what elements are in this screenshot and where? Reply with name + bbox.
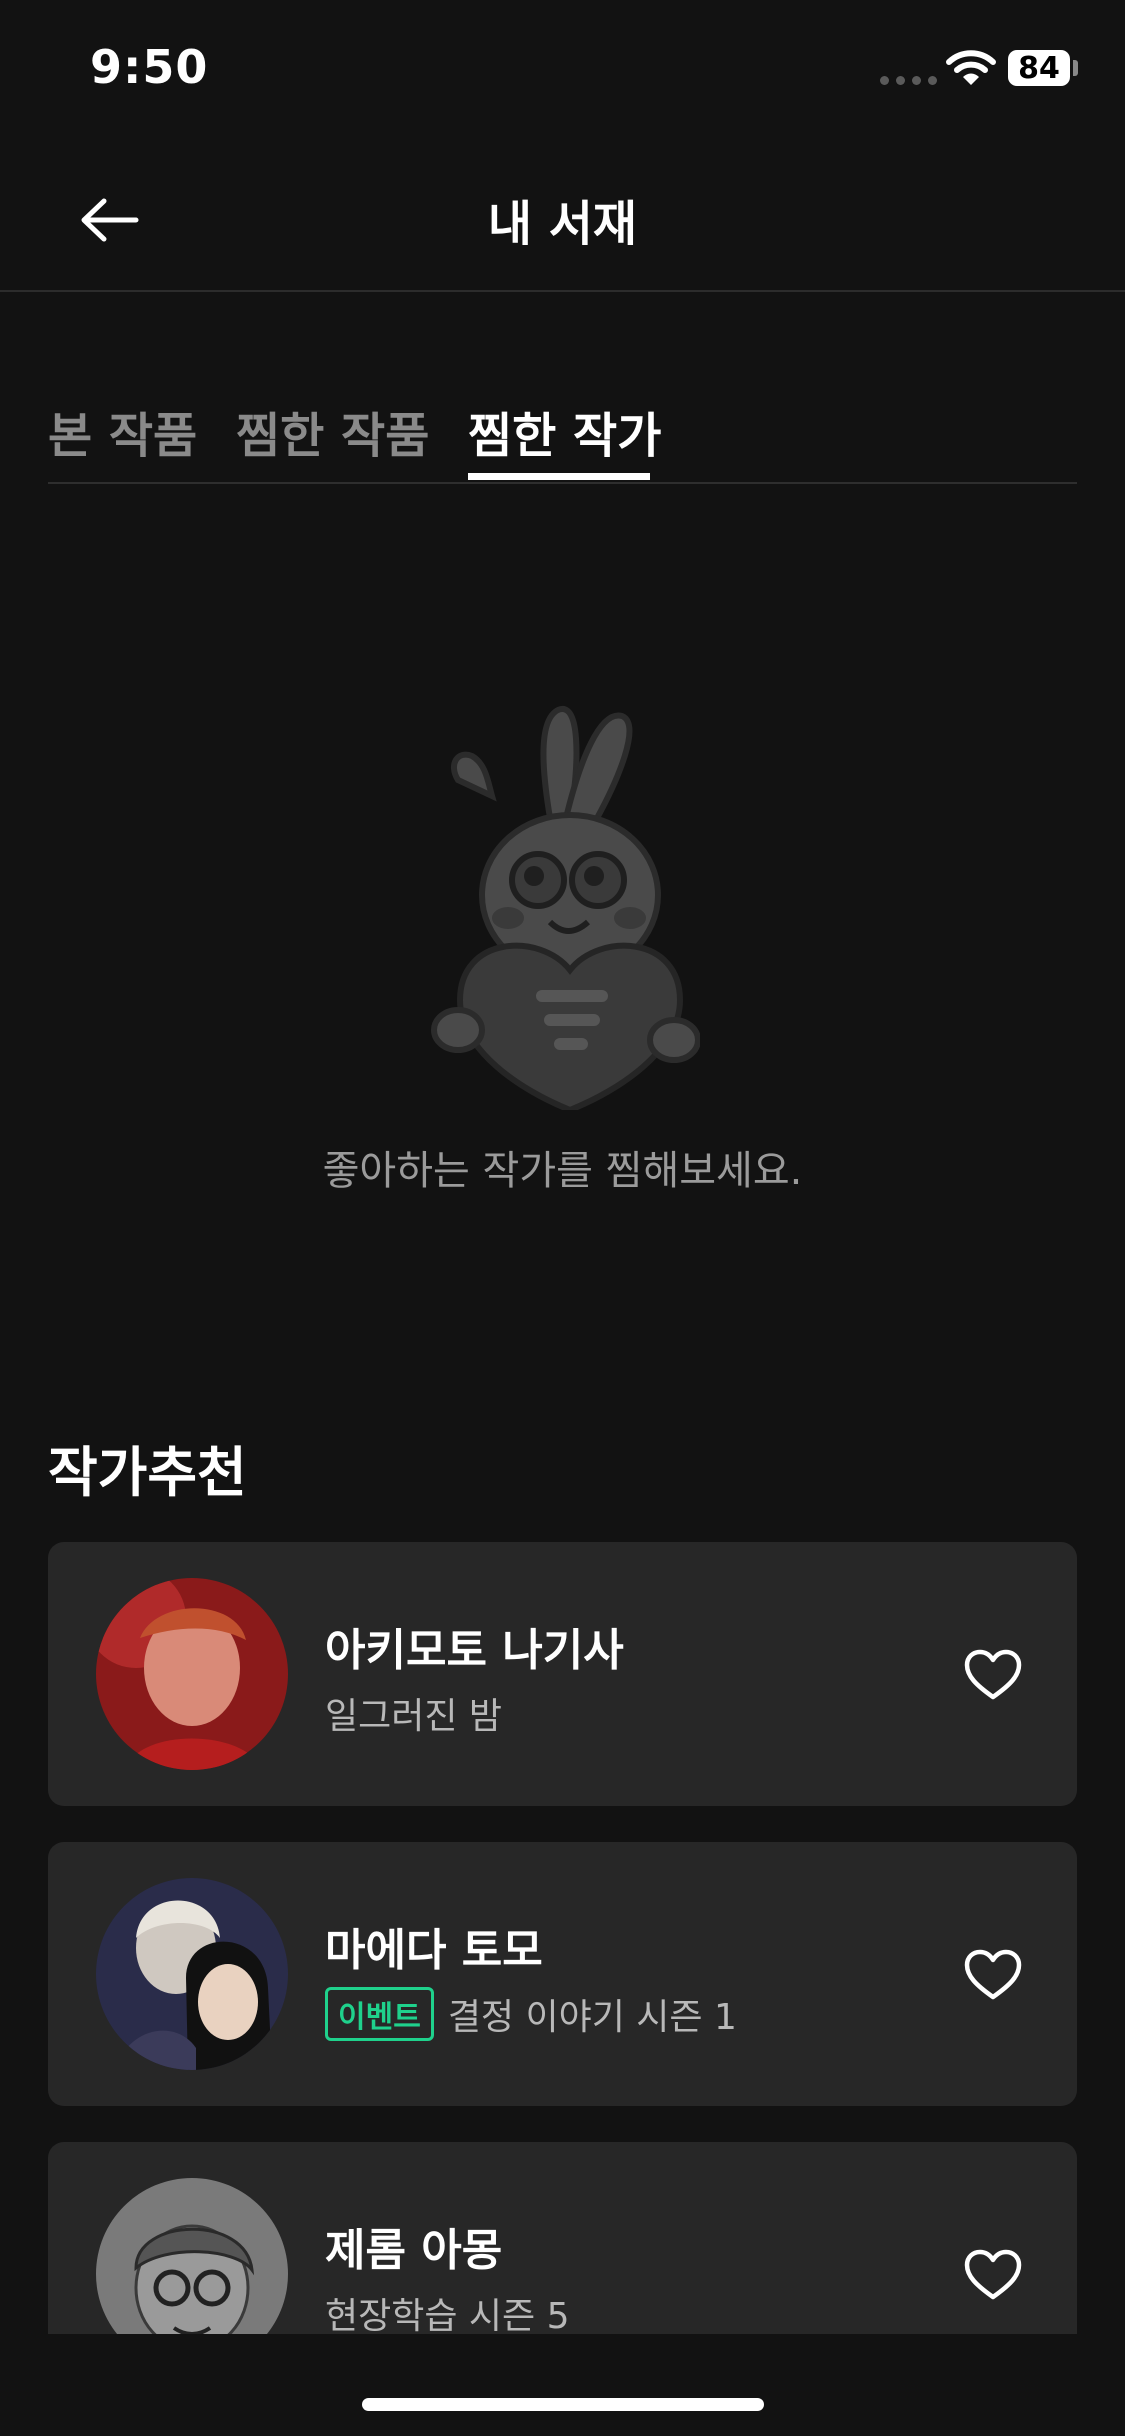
author-name: 제롬 아몽 <box>325 2225 503 2276</box>
author-work-title: 현장학습 시즌 5 <box>325 2296 570 2334</box>
avatar <box>96 1578 288 1770</box>
heart-outline-icon <box>964 2249 1022 2300</box>
heart-outline-icon <box>964 1649 1022 1700</box>
status-bar: 9:50 84 <box>0 0 1125 140</box>
like-author-button[interactable] <box>958 1640 1028 1710</box>
author-work-title: 일그러진 밤 <box>325 1696 503 1737</box>
event-badge: 이벤트 <box>325 1987 434 2041</box>
library-tabs: 본 작품 찜한 작품 찜한 작가 <box>48 380 1077 484</box>
avatar <box>96 2178 288 2334</box>
tab-liked-works[interactable]: 찜한 작품 <box>236 396 429 466</box>
author-work: 일그러진 밤 <box>325 1687 502 1739</box>
author-card[interactable]: 아키모토 나기사 일그러진 밤 <box>48 1542 1077 1806</box>
heart-outline-icon <box>964 1949 1022 2000</box>
status-time: 9:50 <box>90 40 209 94</box>
signal-dots-icon <box>880 76 937 85</box>
battery-level: 84 <box>1018 50 1060 86</box>
section-title-recommended-authors: 작가추천 <box>48 1441 247 1504</box>
author-work: 이벤트 결정 이야기 시즌 1 <box>325 1987 737 2041</box>
author-name: 마에다 토모 <box>325 1925 543 1976</box>
home-indicator[interactable] <box>362 2398 764 2411</box>
wifi-icon <box>946 50 996 85</box>
battery-cap <box>1073 60 1078 76</box>
rabbit-heart-mascot <box>431 705 700 1110</box>
empty-state-message: 좋아하는 작가를 찜해보세요. <box>322 1148 803 1194</box>
author-name: 아키모토 나기사 <box>325 1625 624 1676</box>
tab-viewed-works[interactable]: 본 작품 <box>48 396 197 466</box>
author-work: 현장학습 시즌 5 <box>325 2287 570 2334</box>
author-card[interactable]: 제롬 아몽 현장학습 시즌 5 <box>48 2142 1077 2334</box>
author-card[interactable]: 마에다 토모 이벤트 결정 이야기 시즌 1 <box>48 1842 1077 2106</box>
active-tab-indicator <box>468 473 650 480</box>
top-header: 내 서재 <box>0 150 1125 292</box>
author-work-title: 결정 이야기 시즌 1 <box>447 1997 737 2038</box>
battery-icon: 84 <box>1008 50 1070 86</box>
author-recommendation-list: 아키모토 나기사 일그러진 밤 마에다 토모 이벤트 결정 이야기 시즌 1 제… <box>48 1542 1077 2334</box>
page-title: 내 서재 <box>487 196 638 252</box>
tab-liked-authors[interactable]: 찜한 작가 <box>468 396 661 466</box>
like-author-button[interactable] <box>958 2240 1028 2310</box>
like-author-button[interactable] <box>958 1940 1028 2010</box>
avatar <box>96 1878 288 2070</box>
